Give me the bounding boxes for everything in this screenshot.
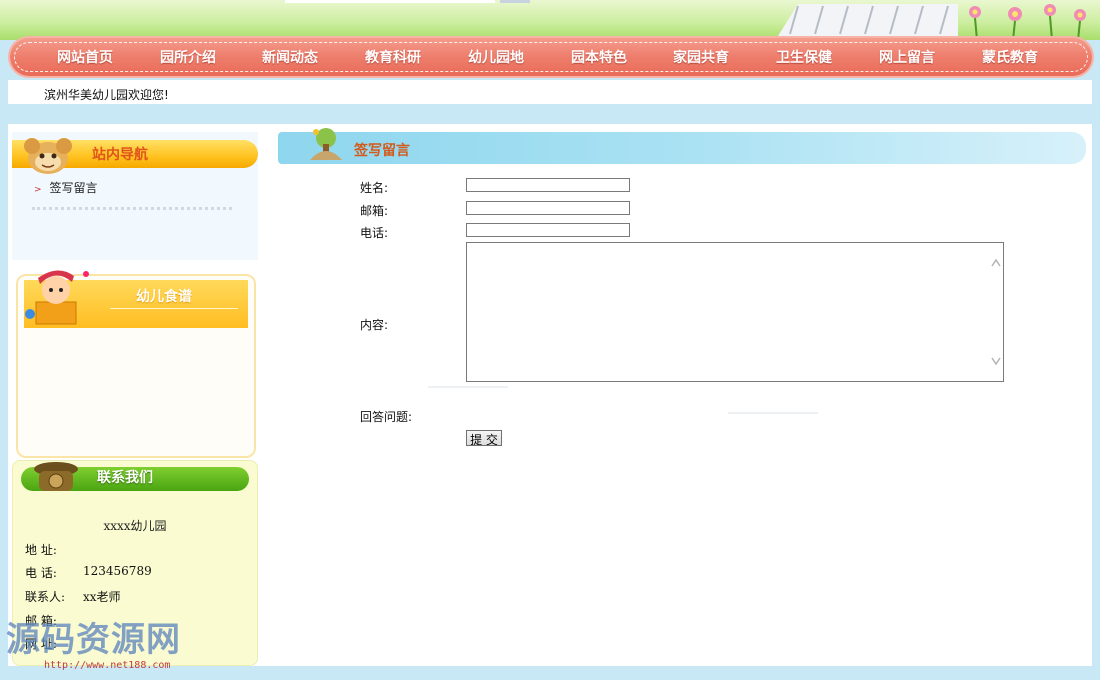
site-nav-title: 站内导航 [92,147,148,163]
content-textarea[interactable] [466,242,1004,382]
phone-field[interactable] [466,223,630,237]
flowers-illustration [969,4,1086,40]
nav-item-research[interactable]: 教育科研 [343,47,443,67]
watermark-url: http://www.net188.com [44,660,171,671]
content-label: 内容: [360,318,389,332]
child-mascot-icon [25,270,89,325]
contact-address-row: 地 址: [25,541,57,558]
faint-artifact [728,412,818,414]
textarea-scrollbar[interactable] [988,244,1004,380]
contact-phone-label: 电 话: [25,566,57,580]
nav-list: 网站首页 园所介绍 新闻动态 教育科研 幼儿园地 园本特色 家园共育 卫生保健 … [10,38,1092,76]
submit-button[interactable]: 提 交 [466,430,502,447]
nav-item-news[interactable]: 新闻动态 [240,47,340,67]
recipes-title: 幼儿食谱 [136,289,192,305]
contact-person-label: 联系人: [25,590,66,604]
banner-top-strip-grey [500,0,530,3]
watermark: 源码资源网 http://www.net188.com [6,612,181,671]
faint-artifact [428,386,508,388]
email-field[interactable] [466,201,630,215]
guestbook-header: 签写留言 [278,128,1086,164]
watermark-brand: 源码资源网 [6,620,181,660]
nav-item-home[interactable]: 网站首页 [35,47,135,67]
contact-person-row: 联系人: xx老师 [25,588,121,605]
telephone-icon [34,462,78,491]
dotted-divider [32,207,232,210]
contact-phone-row: 电 话: 123456789 [25,564,152,581]
question-label: 回答问题: [360,410,413,424]
guestbook-title: 签写留言 [354,143,410,159]
nav-item-guestbook[interactable]: 网上留言 [857,47,957,67]
name-field[interactable] [466,178,630,192]
sidebar-item-guestbook[interactable]: > 签写留言 [34,179,98,196]
header-banner [0,0,1100,40]
nav-item-montessori[interactable]: 蒙氏教育 [960,47,1060,67]
contact-org-name: xxxx幼儿园 [103,519,167,533]
stairs-illustration [778,4,958,36]
nav-item-family[interactable]: 家园共育 [651,47,751,67]
banner-top-strip [285,0,495,3]
tree-icon [310,128,342,160]
recipes-panel: 幼儿食谱 [16,270,256,458]
arrow-right-icon: > [34,185,42,195]
contact-address-label: 地 址: [25,543,57,557]
contact-title: 联系我们 [97,470,153,486]
site-nav-panel: 站内导航 > 签写留言 [12,132,258,260]
main-container: 站内导航 > 签写留言 幼儿食谱 联系我们 xxxx幼儿园 地 址: 电 话: … [8,124,1092,666]
nav-item-garden[interactable]: 幼儿园地 [446,47,546,67]
nav-item-features[interactable]: 园本特色 [549,47,649,67]
nav-item-health[interactable]: 卫生保健 [754,47,854,67]
name-label: 姓名: [360,181,389,195]
email-label: 邮箱: [360,204,389,218]
contact-phone-value: 123456789 [83,564,152,578]
monkey-mascot-icon [24,138,72,174]
contact-person-value: xx老师 [83,590,121,604]
nav-item-about[interactable]: 园所介绍 [138,47,238,67]
welcome-strip: 滨州华美幼儿园欢迎您! [8,80,1092,104]
phone-label: 电话: [360,226,389,240]
main-nav: 网站首页 园所介绍 新闻动态 教育科研 幼儿园地 园本特色 家园共育 卫生保健 … [10,38,1092,76]
sidebar-item-label: 签写留言 [49,181,98,195]
welcome-text: 滨州华美幼儿园欢迎您! [44,88,169,102]
recipes-header-line [110,308,238,309]
